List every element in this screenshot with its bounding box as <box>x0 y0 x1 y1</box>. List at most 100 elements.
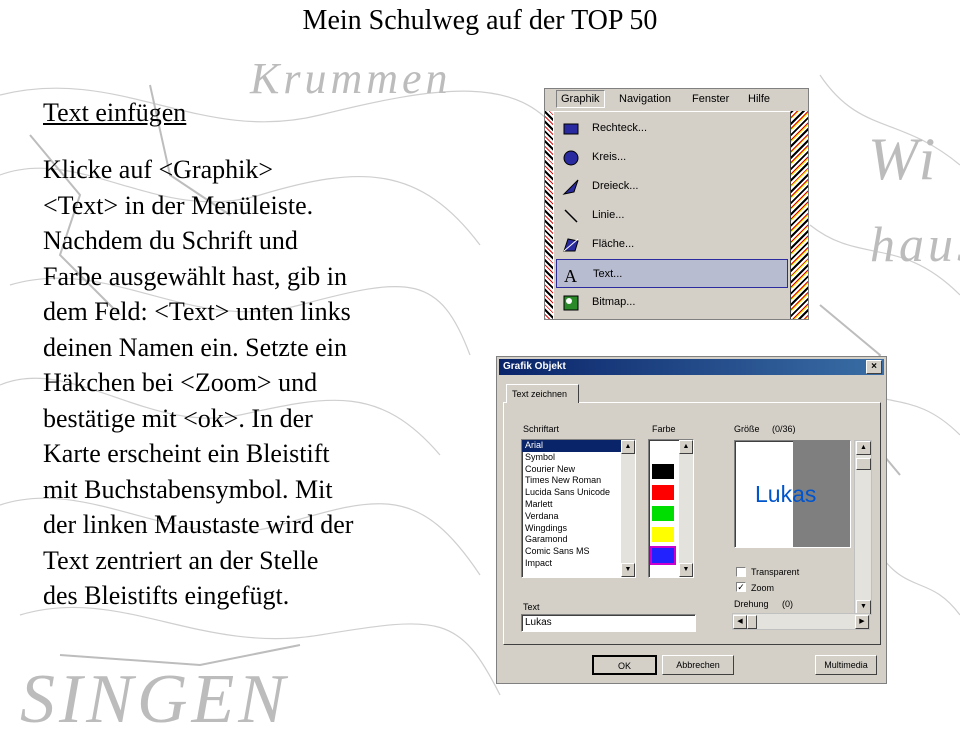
menu-item-label: Rechteck... <box>592 122 648 134</box>
menu-item-text[interactable]: A Text... <box>556 259 788 288</box>
color-swatch[interactable] <box>652 443 674 458</box>
page-title: Mein Schulweg auf der TOP 50 <box>302 5 658 36</box>
color-swatch[interactable] <box>652 485 674 500</box>
font-option[interactable]: Lucida Sans Unicode <box>522 487 635 499</box>
font-option[interactable]: Impact <box>522 558 635 570</box>
menu-navigation[interactable]: Navigation <box>619 93 671 105</box>
map-label: SINGEN <box>20 661 289 738</box>
zoom-checkbox[interactable]: ✓ <box>736 582 746 592</box>
size-label: Größe <box>734 424 760 434</box>
instruction-line: Text zentriert an der Stelle <box>43 545 319 575</box>
dialog-title: Grafik Objekt <box>503 361 566 372</box>
close-button[interactable]: × <box>866 360 882 374</box>
color-list-scrollbar[interactable]: ▲ ▼ <box>679 440 693 577</box>
scroll-up-icon[interactable]: ▲ <box>679 440 693 454</box>
map-label: Krummen <box>250 54 452 103</box>
menu-item-label: Dreieck... <box>592 180 639 192</box>
circle-icon <box>563 150 579 166</box>
rotation-value: (0) <box>782 599 793 609</box>
menu-fenster[interactable]: Fenster <box>692 93 729 105</box>
color-label: Farbe <box>652 424 676 434</box>
menu-item-label: Bitmap... <box>592 296 636 308</box>
cancel-button[interactable]: Abbrechen <box>662 655 734 675</box>
zoom-label: Zoom <box>751 583 775 593</box>
tab-text-zeichnen[interactable]: Text zeichnen <box>506 384 579 403</box>
scroll-up-icon[interactable]: ▲ <box>856 441 871 455</box>
multimedia-button[interactable]: Multimedia <box>815 655 877 675</box>
scroll-thumb[interactable] <box>747 615 757 629</box>
grafik-objekt-dialog: Grafik Objekt × Text zeichnen Schriftart… <box>496 356 887 684</box>
instruction-line: bestätige mit <ok>. In der <box>43 403 313 433</box>
menu-item-dreieck[interactable]: Dreieck... <box>556 172 788 201</box>
font-option[interactable]: Symbol <box>522 452 635 464</box>
svg-text:A: A <box>564 266 577 284</box>
instruction-line: mit Buchstabensymbol. Mit <box>43 474 333 504</box>
instruction-line: der linken Maustaste wird der <box>43 510 354 539</box>
font-option[interactable]: Times New Roman <box>522 475 635 487</box>
instruction-line: dem Feld: <Text> unten links <box>43 297 351 326</box>
font-list[interactable]: Arial Symbol Courier New Times New Roman… <box>521 439 636 578</box>
font-option[interactable]: Verdana <box>522 511 635 523</box>
dialog-titlebar: Grafik Objekt × <box>499 359 884 375</box>
size-value: (0/36) <box>772 424 796 434</box>
graphik-dropdown: Rechteck... Kreis... Dreieck... Linie...… <box>553 111 791 319</box>
menu-item-bitmap[interactable]: Bitmap... <box>556 288 788 317</box>
scroll-down-icon[interactable]: ▼ <box>679 563 693 577</box>
color-list[interactable]: ▲ ▼ <box>648 439 694 578</box>
rectangle-icon <box>563 123 579 135</box>
bitmap-icon <box>563 295 579 311</box>
font-option[interactable]: Courier New <box>522 464 635 476</box>
instruction-line: Karte erscheint ein Bleistift <box>43 439 330 468</box>
color-swatch[interactable] <box>652 464 674 479</box>
area-icon <box>563 238 579 252</box>
font-option[interactable]: Garamond <box>522 534 635 546</box>
menu-screenshot: Graphik Navigation Fenster Hilfe Rechtec… <box>544 88 809 320</box>
transparent-label: Transparent <box>751 567 800 577</box>
map-fragment <box>791 111 808 319</box>
menu-item-label: Linie... <box>592 209 625 221</box>
ok-button[interactable]: OK <box>592 655 657 675</box>
instruction-text: Klicke auf <Graphik> <Text> in der Menül… <box>43 152 443 614</box>
font-list-scrollbar[interactable]: ▲ ▼ <box>621 440 635 577</box>
line-icon <box>564 209 578 223</box>
menu-item-label: Text... <box>593 268 623 280</box>
scroll-up-icon[interactable]: ▲ <box>621 440 635 454</box>
menu-item-label: Kreis... <box>592 151 627 163</box>
color-swatch[interactable] <box>650 546 676 565</box>
menu-item-kreis[interactable]: Kreis... <box>556 143 788 172</box>
text-preview: Lukas <box>734 440 851 548</box>
menu-graphik[interactable]: Graphik <box>556 90 605 108</box>
instruction-line: des Bleistifts eingefügt. <box>43 581 290 610</box>
scroll-right-icon[interactable]: ▶ <box>855 615 869 629</box>
instruction-line: Nachdem du Schrift und <box>43 226 298 255</box>
transparent-checkbox[interactable] <box>736 567 746 577</box>
menu-hilfe[interactable]: Hilfe <box>748 93 770 105</box>
menu-item-label: Fläche... <box>592 238 635 250</box>
map-label: Wi <box>868 126 940 192</box>
scroll-down-icon[interactable]: ▼ <box>856 600 871 614</box>
menu-item-flaeche[interactable]: Fläche... <box>556 230 788 259</box>
menu-item-rechteck[interactable]: Rechteck... <box>556 114 788 143</box>
scroll-left-icon[interactable]: ◀ <box>733 615 747 629</box>
color-swatch[interactable] <box>652 527 674 542</box>
triangle-icon <box>562 179 579 195</box>
instruction-line: <Text> in der Menüleiste. <box>43 190 314 220</box>
scroll-thumb[interactable] <box>856 458 871 470</box>
font-option[interactable]: Wingdings <box>522 523 635 535</box>
instruction-line: Klicke auf <Graphik> <box>43 155 274 184</box>
text-label: Text <box>523 602 540 612</box>
size-scrollbar[interactable]: ▲ ▼ <box>854 440 872 615</box>
color-swatch[interactable] <box>652 506 674 521</box>
text-input[interactable]: Lukas <box>521 614 696 632</box>
rotation-label: Drehung <box>734 599 769 609</box>
instruction-line: Häkchen bei <Zoom> und <box>43 368 318 397</box>
menu-item-linie[interactable]: Linie... <box>556 201 788 230</box>
font-option[interactable]: Arial <box>522 440 635 452</box>
menu-bar: Graphik Navigation Fenster Hilfe <box>545 89 808 111</box>
font-label: Schriftart <box>523 424 560 434</box>
font-option[interactable]: Comic Sans MS <box>522 546 635 558</box>
scroll-down-icon[interactable]: ▼ <box>621 563 635 577</box>
map-label: haus <box>870 216 960 272</box>
font-option[interactable]: Marlett <box>522 499 635 511</box>
rotation-scrollbar[interactable]: ◀ ▶ <box>732 613 870 630</box>
